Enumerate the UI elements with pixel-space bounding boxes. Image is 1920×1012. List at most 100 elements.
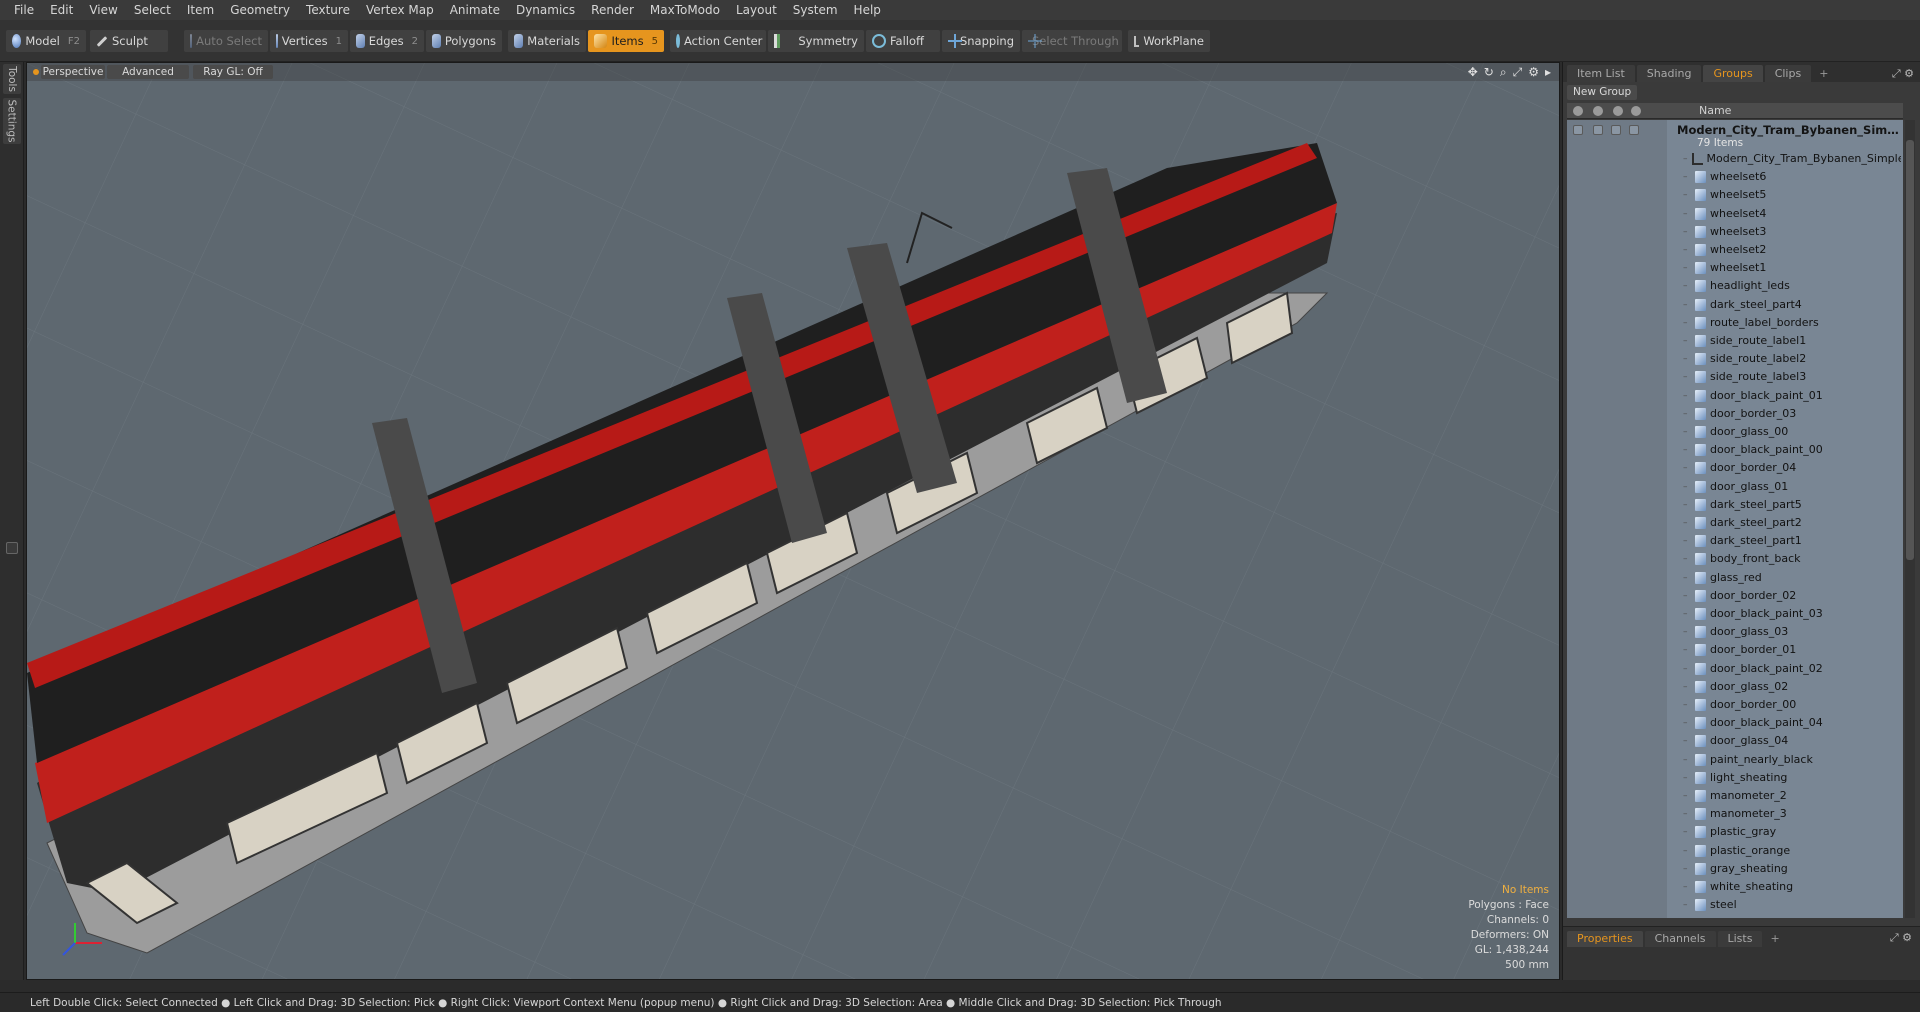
list-item[interactable]: – steel: [1683, 896, 1901, 914]
raygl-dropdown[interactable]: Ray GL: Off: [193, 65, 273, 79]
list-item[interactable]: – glass_red: [1683, 569, 1901, 587]
list-item[interactable]: – side_route_label2: [1683, 350, 1901, 368]
list-item-locator[interactable]: – Modern_City_Tram_Bybanen_Simple_I...: [1683, 150, 1901, 168]
list-item[interactable]: – light_sheating: [1683, 769, 1901, 787]
menu-vertex-map[interactable]: Vertex Map: [358, 0, 442, 20]
group-root-label[interactable]: Modern_City_Tram_Bybanen_Sim ...: [1677, 123, 1901, 137]
settings-tab[interactable]: Settings: [3, 98, 21, 144]
list-item[interactable]: – door_black_paint_03: [1683, 605, 1901, 623]
workplane-button[interactable]: WorkPlane: [1128, 30, 1210, 52]
menu-view[interactable]: View: [81, 0, 125, 20]
properties-expand-icon[interactable]: ⤢ ⚙: [1890, 931, 1912, 945]
3d-viewport[interactable]: Perspective Advanced Ray GL: Off ✥ ↻ ⌕ ⤢…: [26, 62, 1560, 980]
list-item[interactable]: – wheelset2: [1683, 241, 1901, 259]
list-item[interactable]: – wheelset5: [1683, 186, 1901, 204]
list-item[interactable]: – door_glass_02: [1683, 678, 1901, 696]
group-select-toggle[interactable]: [1629, 125, 1639, 135]
vertices-button[interactable]: Vertices 1: [270, 30, 348, 52]
list-item[interactable]: – dark_steel_part1: [1683, 532, 1901, 550]
list-item[interactable]: – side_route_label3: [1683, 368, 1901, 386]
list-item[interactable]: – plastic_orange: [1683, 842, 1901, 860]
auto-select-button[interactable]: Auto Select: [184, 30, 268, 52]
items-button[interactable]: Items 5: [588, 30, 664, 52]
tab-clips[interactable]: Clips: [1764, 65, 1812, 82]
snapping-button[interactable]: Snapping: [942, 30, 1020, 52]
menu-animate[interactable]: Animate: [442, 0, 508, 20]
list-item[interactable]: – route_label_borders: [1683, 314, 1901, 332]
groups-list[interactable]: Modern_City_Tram_Bybanen_Sim ... 79 Item…: [1567, 120, 1903, 918]
tab-lists[interactable]: Lists: [1717, 931, 1763, 947]
sculpt-button[interactable]: Sculpt: [90, 30, 168, 52]
tab-channels[interactable]: Channels: [1644, 931, 1716, 947]
list-item[interactable]: – door_black_paint_02: [1683, 660, 1901, 678]
shading-dropdown[interactable]: Advanced: [107, 65, 189, 79]
list-item[interactable]: – dark_steel_part4: [1683, 296, 1901, 314]
list-item[interactable]: – door_black_paint_04: [1683, 714, 1901, 732]
menu-edit[interactable]: Edit: [42, 0, 81, 20]
list-item[interactable]: – door_black_paint_00: [1683, 441, 1901, 459]
tab-item-list[interactable]: Item List: [1567, 65, 1635, 82]
group-lock-toggle[interactable]: [1611, 125, 1621, 135]
add-tab-icon[interactable]: +: [1813, 65, 1834, 82]
group-visibility-toggle[interactable]: [1573, 125, 1583, 135]
menu-item[interactable]: Item: [179, 0, 222, 20]
list-item[interactable]: – gray_sheating: [1683, 860, 1901, 878]
list-item[interactable]: – manometer_3: [1683, 805, 1901, 823]
tab-groups[interactable]: Groups: [1703, 65, 1763, 82]
view-mode-dropdown[interactable]: Perspective: [41, 65, 105, 79]
action-center-button[interactable]: Action Center: [670, 30, 766, 52]
list-item[interactable]: – paint_nearly_black: [1683, 751, 1901, 769]
expand-icon[interactable]: ⤢ ⚙: [1892, 65, 1914, 82]
list-item[interactable]: – wheelset6: [1683, 168, 1901, 186]
polygons-button[interactable]: Polygons: [426, 30, 502, 52]
menu-layout[interactable]: Layout: [728, 0, 785, 20]
falloff-button[interactable]: Falloff: [866, 30, 940, 52]
maximize-icon[interactable]: ⤢: [1513, 65, 1523, 80]
materials-button[interactable]: Materials: [508, 30, 586, 52]
list-item[interactable]: – plastic_gray: [1683, 823, 1901, 841]
tab-shading[interactable]: Shading: [1636, 65, 1702, 82]
name-column-header[interactable]: Name: [1699, 104, 1731, 117]
list-item[interactable]: – dark_steel_part5: [1683, 496, 1901, 514]
list-item[interactable]: – door_glass_01: [1683, 478, 1901, 496]
edges-button[interactable]: Edges 2: [350, 30, 424, 52]
model-button[interactable]: Model F2: [6, 30, 86, 52]
list-item[interactable]: – wheelset1: [1683, 259, 1901, 277]
symmetry-button[interactable]: Symmetry: [768, 30, 864, 52]
list-item[interactable]: – door_glass_00: [1683, 423, 1901, 441]
tools-tab[interactable]: Tools: [3, 64, 21, 94]
list-item[interactable]: – wheelset4: [1683, 205, 1901, 223]
list-item[interactable]: – white_sheating: [1683, 878, 1901, 896]
list-item[interactable]: – side_route_label1: [1683, 332, 1901, 350]
menu-dynamics[interactable]: Dynamics: [508, 0, 583, 20]
list-item[interactable]: – door_glass_04: [1683, 732, 1901, 750]
new-group-button[interactable]: New Group: [1567, 85, 1638, 100]
menu-render[interactable]: Render: [583, 0, 642, 20]
select-through-button[interactable]: Select Through: [1022, 30, 1122, 52]
list-item[interactable]: – manometer_2: [1683, 787, 1901, 805]
list-item[interactable]: – door_border_03: [1683, 405, 1901, 423]
scrollbar-thumb[interactable]: [1906, 140, 1914, 560]
pan-icon[interactable]: ✥: [1468, 65, 1478, 80]
list-item[interactable]: – door_border_02: [1683, 587, 1901, 605]
list-item[interactable]: – door_border_04: [1683, 459, 1901, 477]
list-item[interactable]: – dark_steel_part2: [1683, 514, 1901, 532]
zoom-icon[interactable]: ⌕: [1500, 65, 1507, 80]
list-item[interactable]: – headlight_leds: [1683, 277, 1901, 295]
groups-scrollbar[interactable]: [1905, 120, 1915, 918]
list-item[interactable]: – door_border_00: [1683, 696, 1901, 714]
list-item[interactable]: – wheelset3: [1683, 223, 1901, 241]
list-item[interactable]: – door_glass_03: [1683, 623, 1901, 641]
add-properties-tab-icon[interactable]: +: [1764, 931, 1785, 947]
rotate-icon[interactable]: ↻: [1484, 65, 1494, 80]
gear-icon[interactable]: ⚙: [1528, 65, 1539, 80]
list-item[interactable]: – door_border_01: [1683, 641, 1901, 659]
menu-geometry[interactable]: Geometry: [222, 0, 298, 20]
list-item[interactable]: – body_front_back: [1683, 550, 1901, 568]
menu-select[interactable]: Select: [126, 0, 179, 20]
menu-help[interactable]: Help: [846, 0, 889, 20]
menu-system[interactable]: System: [785, 0, 846, 20]
list-item[interactable]: – door_black_paint_01: [1683, 387, 1901, 405]
panel-toggle-handle[interactable]: [6, 542, 18, 554]
menu-maxtomodo[interactable]: MaxToModo: [642, 0, 728, 20]
